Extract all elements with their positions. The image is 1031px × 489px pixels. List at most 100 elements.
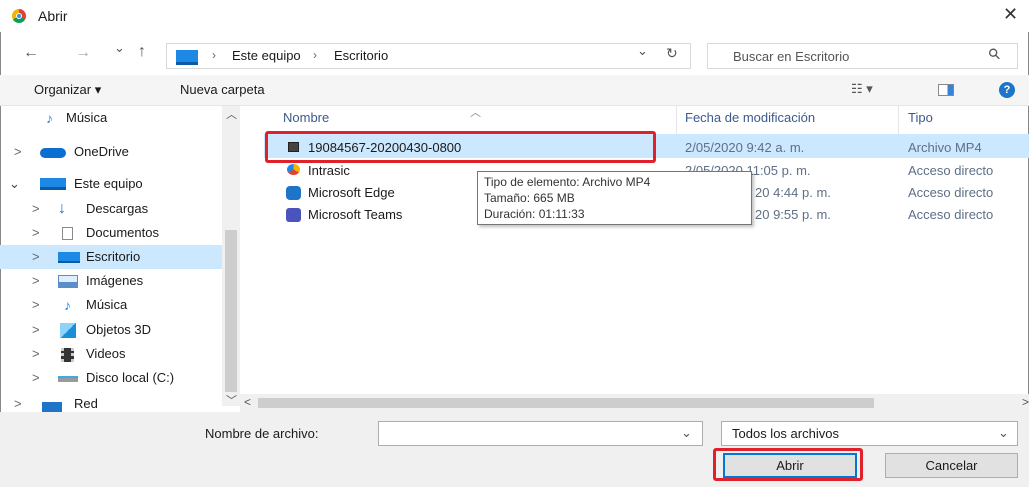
- command-bar: [0, 75, 1029, 106]
- file-tooltip: Tipo de elemento: Archivo MP4 Tamaño: 66…: [477, 171, 752, 225]
- desktop-icon: [58, 252, 80, 263]
- help-icon[interactable]: ?: [999, 82, 1015, 98]
- tooltip-duration: Duración: 01:11:33: [484, 207, 585, 221]
- expander-icon[interactable]: >: [32, 318, 40, 342]
- breadcrumb-este-equipo[interactable]: Este equipo: [232, 48, 301, 63]
- filetype-value: Todos los archivos: [732, 426, 839, 441]
- cube-icon: [60, 323, 76, 338]
- sidebar-item-label: Descargas: [86, 201, 149, 216]
- new-folder-button[interactable]: Nueva carpeta: [180, 82, 265, 97]
- column-header-type[interactable]: Tipo: [908, 110, 933, 125]
- breadcrumb-escritorio[interactable]: Escritorio: [334, 48, 388, 63]
- tooltip-size: Tamaño: 665 MB: [484, 191, 575, 205]
- breadcrumb-separator: ›: [313, 48, 317, 62]
- sidebar-item-descargas[interactable]: > ↓ Descargas: [0, 197, 222, 221]
- address-dropdown-icon[interactable]: ⌄: [637, 43, 648, 59]
- expander-icon[interactable]: >: [32, 221, 40, 245]
- sidebar-item-onedrive[interactable]: > OneDrive: [0, 140, 222, 164]
- file-name[interactable]: Microsoft Teams: [308, 207, 402, 222]
- sidebar-item-videos[interactable]: > Videos: [0, 342, 222, 366]
- sidebar-item-label: Videos: [86, 346, 126, 361]
- scroll-left-icon[interactable]: <: [244, 395, 251, 409]
- sidebar-item-label: Documentos: [86, 225, 159, 240]
- highlight-box-open: [713, 448, 863, 481]
- navigation-scrollbar-thumb[interactable]: [225, 230, 237, 392]
- expander-icon[interactable]: ⌄: [9, 172, 20, 196]
- breadcrumb-separator: ›: [212, 48, 216, 62]
- window-title: Abrir: [38, 8, 68, 24]
- sidebar-item-objetos-3d[interactable]: > Objetos 3D: [0, 318, 222, 342]
- view-options-icon[interactable]: ☷ ▾: [851, 81, 873, 97]
- network-icon: [42, 402, 62, 412]
- filename-input[interactable]: ⌄: [378, 421, 703, 446]
- sidebar-item-label: Escritorio: [86, 249, 141, 264]
- document-icon: [62, 227, 73, 240]
- images-icon: [58, 275, 78, 288]
- music-icon: ♪: [46, 110, 53, 126]
- sidebar-item-este-equipo[interactable]: ⌄ Este equipo: [0, 172, 222, 196]
- sidebar-item-escritorio[interactable]: > Escritorio: [0, 245, 222, 269]
- sidebar-item-imagenes[interactable]: > Imágenes: [0, 269, 222, 293]
- sort-ascending-icon: ︿: [470, 107, 481, 119]
- column-divider[interactable]: [676, 106, 677, 134]
- file-modified: 20 4:44 p. m.: [755, 185, 831, 200]
- scroll-down-icon[interactable]: ﹀: [226, 392, 237, 408]
- expander-icon[interactable]: >: [32, 197, 40, 221]
- sidebar-item-label: Este equipo: [74, 176, 143, 191]
- expander-icon[interactable]: >: [14, 398, 22, 412]
- expander-icon[interactable]: >: [32, 342, 40, 366]
- file-modified: 20 9:55 p. m.: [755, 207, 831, 222]
- forward-arrow-icon[interactable]: →: [75, 44, 91, 62]
- recent-locations-icon[interactable]: ⌄: [114, 40, 125, 56]
- column-header-name[interactable]: Nombre: [283, 110, 329, 125]
- music-icon: ♪: [64, 297, 71, 313]
- sidebar-item-label: OneDrive: [74, 144, 129, 159]
- cloud-icon: [40, 148, 66, 158]
- shortcut-icon: [287, 164, 300, 175]
- filetype-select[interactable]: Todos los archivos ⌄: [721, 421, 1018, 446]
- chevron-down-icon[interactable]: ⌄: [681, 425, 692, 441]
- column-header-modified[interactable]: Fecha de modificación: [685, 110, 815, 125]
- title-bar: [0, 0, 1031, 32]
- highlight-box-file: [265, 131, 656, 163]
- file-type: Acceso directo: [908, 185, 994, 200]
- sidebar-item-label: Objetos 3D: [86, 322, 152, 337]
- sidebar-item-musica-2[interactable]: > ♪ Música: [0, 293, 222, 317]
- teams-icon: [286, 208, 301, 222]
- scroll-right-icon[interactable]: >: [1022, 395, 1029, 409]
- scroll-up-icon[interactable]: ︿: [226, 106, 237, 122]
- pc-icon: [176, 50, 198, 65]
- sidebar-item-documentos[interactable]: > Documentos: [0, 221, 222, 245]
- column-divider[interactable]: [898, 106, 899, 134]
- cancel-button[interactable]: Cancelar: [885, 453, 1018, 478]
- film-icon: [61, 348, 74, 362]
- edge-icon: [286, 186, 301, 200]
- expander-icon[interactable]: >: [14, 140, 22, 164]
- expander-icon[interactable]: >: [32, 366, 40, 390]
- preview-pane-icon[interactable]: [938, 84, 954, 96]
- download-icon: ↓: [58, 200, 66, 217]
- file-type: Acceso directo: [908, 207, 994, 222]
- up-arrow-icon[interactable]: ↑: [138, 43, 146, 61]
- back-arrow-icon[interactable]: ←: [23, 44, 39, 62]
- drive-icon: [58, 376, 78, 382]
- sidebar-item-musica[interactable]: ♪ Música: [0, 106, 222, 130]
- file-modified: 2/05/2020 9:42 a. m.: [685, 140, 805, 155]
- horizontal-scrollbar-thumb[interactable]: [258, 398, 874, 408]
- file-name[interactable]: Intrasic: [308, 163, 350, 178]
- close-icon[interactable]: ✕: [1003, 4, 1018, 25]
- expander-icon[interactable]: >: [32, 245, 40, 269]
- pc-icon: [40, 178, 66, 190]
- chevron-down-icon[interactable]: ⌄: [998, 425, 1009, 441]
- navigation-pane: ♪ Música > OneDrive ⌄ Este equipo > ↓ De…: [0, 106, 222, 412]
- expander-icon[interactable]: >: [32, 293, 40, 317]
- sidebar-item-label: Música: [86, 297, 128, 312]
- expander-icon[interactable]: >: [32, 269, 40, 293]
- file-type: Archivo MP4: [908, 140, 982, 155]
- file-name[interactable]: Microsoft Edge: [308, 185, 395, 200]
- sidebar-item-disco-local[interactable]: > Disco local (C:): [0, 366, 222, 390]
- search-placeholder: Buscar en Escritorio: [733, 49, 850, 64]
- sidebar-item-red[interactable]: > Red: [0, 398, 222, 412]
- refresh-icon[interactable]: ↻: [666, 45, 678, 62]
- organize-menu[interactable]: Organizar ▾: [34, 82, 101, 98]
